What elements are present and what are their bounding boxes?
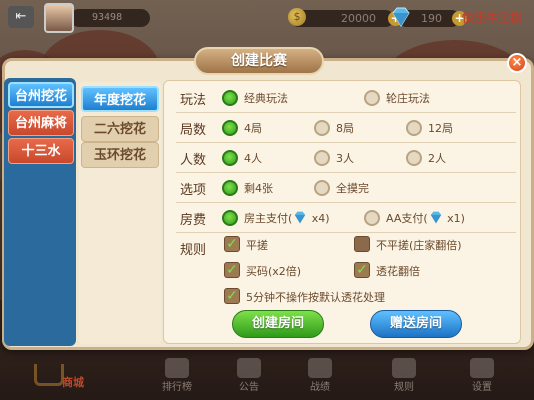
coin-icon: $: [288, 8, 306, 26]
option-3-players[interactable]: 3人: [314, 149, 394, 167]
checkbox-checked-icon: ✓: [224, 236, 240, 252]
radio-selected-icon: [222, 180, 238, 196]
gem-count: 190: [421, 12, 442, 25]
check-tou-hua-double[interactable]: ✓ 透花翻倍: [354, 262, 464, 280]
option-classic[interactable]: 经典玩法: [222, 89, 322, 107]
nav-notice[interactable]: 公告: [227, 356, 271, 400]
divider: [176, 142, 516, 143]
option-4-players[interactable]: 4人: [222, 149, 302, 167]
nav-rules[interactable]: 规则: [382, 356, 426, 400]
option-label: 选项: [180, 183, 207, 198]
divider: [176, 202, 516, 203]
nav-ranking[interactable]: 排行榜: [155, 356, 199, 400]
divider: [176, 112, 516, 113]
diamond-icon: [295, 211, 306, 224]
play-mode-label: 玩法: [180, 93, 207, 108]
fee-label: 房费: [180, 213, 207, 228]
rounds-label: 局数: [180, 123, 207, 138]
player-id-pill: 93498: [70, 9, 150, 27]
radio-selected-icon: [222, 150, 238, 166]
option-split-pay[interactable]: AA支付( x1): [364, 209, 484, 227]
trophy-icon: [165, 358, 189, 378]
check-auto-tou-hua[interactable]: ✓ 5分钟不操作按默认透花处理: [224, 288, 424, 306]
radio-icon: [406, 150, 422, 166]
check-no-ping-cuo[interactable]: 不平搓(庄家翻倍): [354, 236, 494, 254]
radio-icon: [364, 90, 380, 106]
radio-icon: [406, 120, 422, 136]
cart-icon: [34, 364, 64, 386]
option-2-players[interactable]: 2人: [406, 149, 486, 167]
players-label: 人数: [180, 153, 207, 168]
tab-yuhuan-wahua[interactable]: 玉环挖花: [81, 142, 159, 168]
radio-icon: [314, 150, 330, 166]
radio-selected-icon: [222, 210, 238, 226]
check-buy-code[interactable]: ✓ 买码(x2倍): [224, 262, 334, 280]
check-ping-cuo[interactable]: ✓ 平搓: [224, 236, 334, 254]
radio-icon: [314, 180, 330, 196]
gift-room-button[interactable]: 赠送房间: [370, 310, 462, 338]
diamond-icon: [430, 211, 441, 224]
option-4-rounds[interactable]: 4局: [222, 119, 302, 137]
nav-settings[interactable]: 设置: [460, 356, 504, 400]
book-icon: [392, 358, 416, 378]
close-button[interactable]: ×: [507, 53, 527, 73]
mail-icon: [237, 358, 261, 378]
checkbox-checked-icon: ✓: [224, 288, 240, 304]
checkbox-icon: [354, 236, 370, 252]
option-8-rounds[interactable]: 8局: [314, 119, 394, 137]
option-draw-all[interactable]: 全摸完: [314, 179, 394, 197]
checkbox-checked-icon: ✓: [354, 262, 370, 278]
option-host-pays[interactable]: 房主支付( x4): [222, 209, 342, 227]
game-type-tabs: 台州挖花 台州麻将 十三水: [4, 78, 76, 346]
top-bar: ⇤ 93498 20000 $ + 190 + 快乐牛王棋: [0, 0, 534, 36]
tab-taizhou-wahua[interactable]: 台州挖花: [8, 82, 74, 108]
radio-icon: [314, 120, 330, 136]
diamond-icon: [392, 7, 410, 27]
create-room-button[interactable]: 创建房间: [232, 310, 324, 338]
gear-icon: [470, 358, 494, 378]
nav-battle-record[interactable]: 战绩: [298, 356, 342, 400]
tab-annual-wahua[interactable]: 年度挖花: [81, 86, 159, 112]
divider: [176, 172, 516, 173]
dialog-title: 创建比赛: [194, 47, 324, 75]
avatar[interactable]: [44, 3, 74, 33]
radio-icon: [364, 210, 380, 226]
tab-taizhou-mahjong[interactable]: 台州麻将: [8, 110, 74, 136]
tab-thirteen-water[interactable]: 十三水: [8, 138, 74, 164]
player-id: 93498: [92, 12, 123, 23]
radio-selected-icon: [222, 90, 238, 106]
coin-count: 20000: [341, 12, 376, 25]
option-12-rounds[interactable]: 12局: [406, 119, 486, 137]
variant-tabs: 年度挖花 二六挖花 玉环挖花: [79, 82, 161, 344]
option-rotating-dealer[interactable]: 轮庄玩法: [364, 89, 464, 107]
brand-logo: 快乐牛王棋: [462, 11, 523, 25]
shop-button[interactable]: 商城: [28, 358, 88, 398]
rules-label: 规则: [180, 243, 207, 258]
option-leave-4[interactable]: 剩4张: [222, 179, 302, 197]
checkbox-checked-icon: ✓: [224, 262, 240, 278]
radio-selected-icon: [222, 120, 238, 136]
record-icon: [308, 358, 332, 378]
exit-icon[interactable]: ⇤: [8, 6, 34, 28]
divider: [176, 232, 516, 233]
tab-twosix-wahua[interactable]: 二六挖花: [81, 116, 159, 142]
